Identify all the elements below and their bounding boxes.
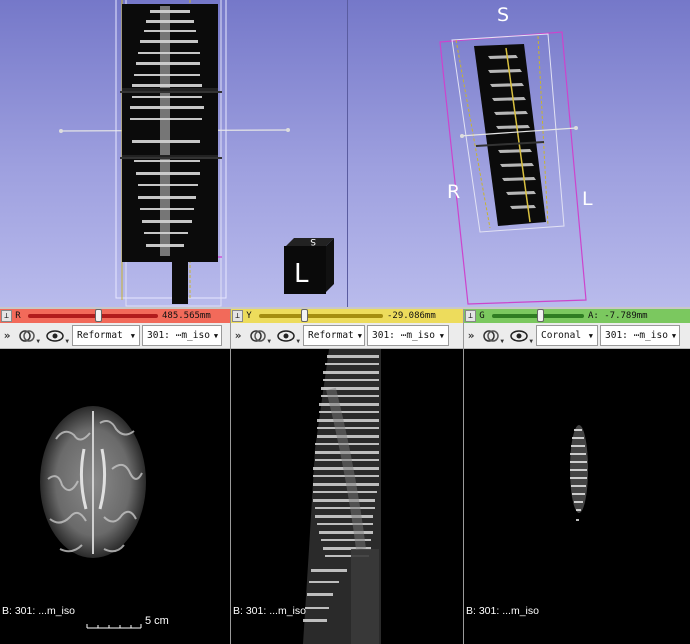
slice-slider-bar: ⊥ Y -29.086mm <box>231 309 463 323</box>
background-volume-label: B: 301: ...m_iso <box>2 605 75 617</box>
orientation-selector[interactable]: Reformat ▼ <box>303 325 365 346</box>
volume-selector[interactable]: 301: ⋯m_iso ▼ <box>142 325 222 346</box>
slice-slider-bar: ⊥ R 485.565mm <box>0 309 230 323</box>
slice-controller-bar: » ▼ ▼ Reformat ▼ 301: ⋯m_iso ▼ <box>0 323 230 349</box>
slice-offset-slider[interactable] <box>492 309 584 322</box>
slice-position-value: -29.086mm <box>387 311 436 321</box>
slice-slider-bar: ⊥ G A: -7.789mm <box>464 309 690 323</box>
brain-axial-image <box>40 406 146 629</box>
scale-bar-label: 5 cm <box>145 615 169 627</box>
slice-image-green[interactable]: B: 301: ...m_iso <box>464 349 690 644</box>
axis-letter: G <box>479 311 485 321</box>
slice-offset-slider[interactable] <box>259 309 383 322</box>
eye-icon[interactable]: ▼ <box>40 325 70 347</box>
volume-sagittal-image <box>303 349 381 644</box>
pin-icon[interactable]: ⊥ <box>232 310 243 322</box>
background-volume-label: B: 301: ...m_iso <box>466 605 539 617</box>
orientation-label-right: R <box>447 181 461 203</box>
slider-thumb[interactable] <box>301 309 308 322</box>
chevron-double-right-icon[interactable]: » <box>0 329 14 342</box>
axis-letter: Y <box>246 311 252 321</box>
pin-icon[interactable]: ⊥ <box>1 310 12 322</box>
slice-position-value: 485.565mm <box>162 311 211 321</box>
volume-coronal-image <box>570 425 588 521</box>
cube-front-letter: L <box>294 259 309 289</box>
chevron-double-right-icon[interactable]: » <box>464 329 478 342</box>
slice-view-red[interactable]: ⊥ R 485.565mm » ▼ ▼ Reformat ▼ 301: ⋯m_is… <box>0 309 230 644</box>
3d-view-left[interactable]: S L <box>0 0 347 307</box>
volume-rendering-right <box>439 31 587 305</box>
volume-selector[interactable]: 301: ⋯m_iso ▼ <box>600 325 680 346</box>
eye-icon[interactable]: ▼ <box>504 325 534 347</box>
volume-selector[interactable]: 301: ⋯m_iso ▼ <box>367 325 449 346</box>
slice-image-red[interactable]: B: 301: ...m_iso 5 cm <box>0 349 230 644</box>
slice-offset-slider[interactable] <box>28 309 158 322</box>
slice-view-green[interactable]: ⊥ G A: -7.789mm » ▼ ▼ Coronal ▼ 301: ⋯m_i… <box>464 309 690 644</box>
3d-view-right[interactable]: S R L <box>348 0 690 307</box>
link-rings-icon[interactable]: ▼ <box>14 325 40 347</box>
background-volume-label: B: 301: ...m_iso <box>233 605 306 617</box>
orientation-cube[interactable]: S L <box>282 238 334 294</box>
slice-position-value: A: -7.789mm <box>588 311 648 321</box>
chevron-double-right-icon[interactable]: » <box>231 329 245 342</box>
cube-top-letter: S <box>310 238 316 246</box>
orientation-label-superior: S <box>497 4 510 26</box>
orientation-selector[interactable]: Reformat ▼ <box>72 325 140 346</box>
orientation-label-left: L <box>582 188 593 210</box>
orientation-selector[interactable]: Coronal ▼ <box>536 325 598 346</box>
slider-thumb[interactable] <box>95 309 102 322</box>
link-rings-icon[interactable]: ▼ <box>478 325 504 347</box>
slice-controller-bar: » ▼ ▼ Reformat ▼ 301: ⋯m_iso ▼ <box>231 323 463 349</box>
link-rings-icon[interactable]: ▼ <box>245 325 271 347</box>
slice-controller-bar: » ▼ ▼ Coronal ▼ 301: ⋯m_iso ▼ <box>464 323 690 349</box>
slider-thumb[interactable] <box>537 309 544 322</box>
pin-icon[interactable]: ⊥ <box>465 310 476 322</box>
axis-letter: R <box>15 311 21 321</box>
slice-image-yellow[interactable]: B: 301: ...m_iso <box>231 349 463 644</box>
slice-view-yellow[interactable]: ⊥ Y -29.086mm » ▼ ▼ Reformat ▼ 301: ⋯m_is… <box>231 309 463 644</box>
eye-icon[interactable]: ▼ <box>271 325 301 347</box>
